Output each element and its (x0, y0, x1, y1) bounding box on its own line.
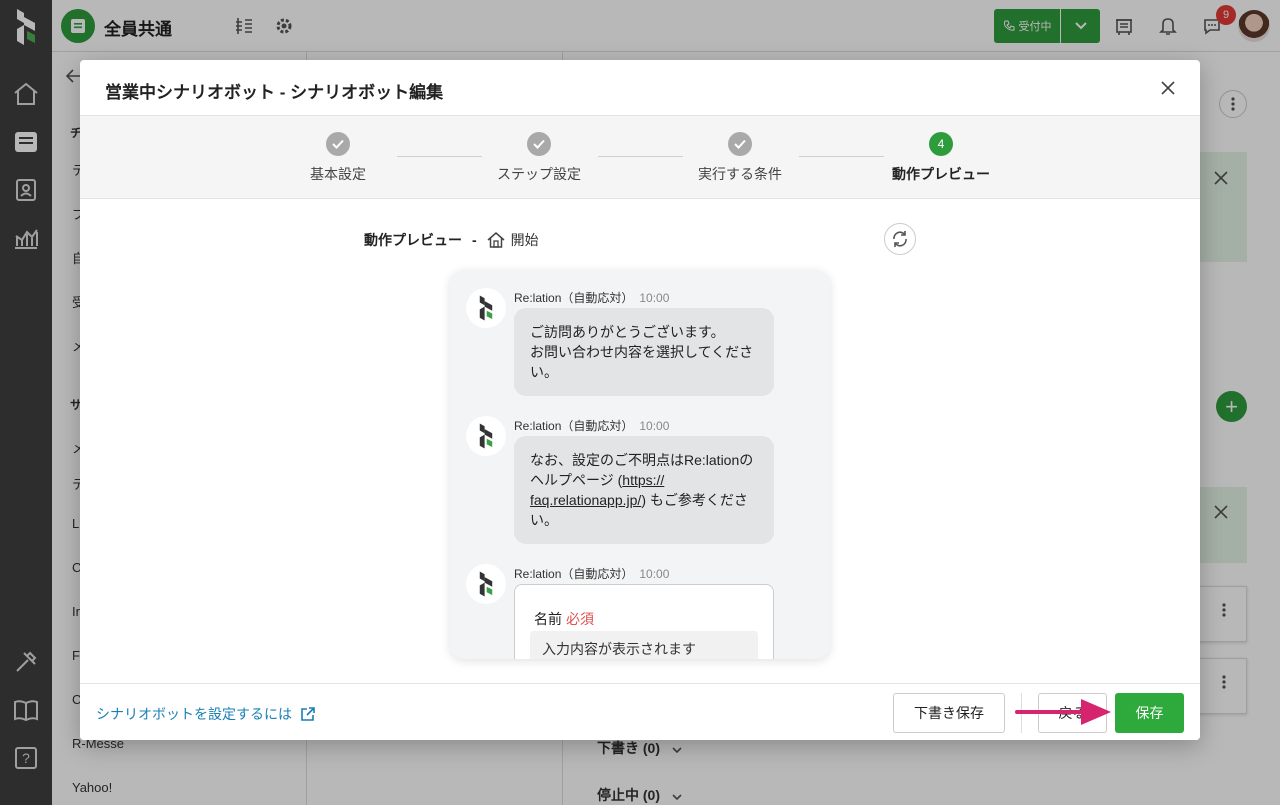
step-connector (397, 156, 482, 157)
bot-message: Re:lation（自動応対） 10:00 ご訪問ありがとうございます。 お問い合… (466, 288, 806, 398)
step-number: 4 (929, 132, 953, 156)
step-label: ステップ設定 (497, 166, 581, 182)
bot-avatar-icon (466, 564, 506, 604)
home-icon (487, 232, 505, 248)
field-label-text: 名前 (534, 611, 562, 627)
close-icon[interactable] (1158, 78, 1178, 98)
chat-preview-window[interactable]: Re:lation（自動応対） 10:00 ご訪問ありがとうございます。 お問い合… (450, 270, 830, 659)
scenario-help-link[interactable]: シナリオボットを設定するには (96, 704, 316, 724)
sender-name: Re:lation（自動応対） (514, 291, 634, 305)
message-line: い。 (530, 364, 558, 380)
preview-location: 開始 (510, 232, 539, 248)
help-page-link[interactable]: https:// (622, 472, 664, 488)
message-bubble: なお、設定のご不明点はRe:lationの ヘルプページ (https:// f… (514, 436, 774, 544)
message-line: なお、設定のご不明点はRe:lationの (530, 452, 754, 468)
name-input[interactable]: 入力内容が表示されます (530, 631, 758, 659)
name-field-label: 名前 必須 (534, 609, 594, 629)
step-label: 基本設定 (310, 166, 366, 182)
step-label: 動作プレビュー (892, 166, 990, 182)
bot-avatar-icon (466, 416, 506, 456)
message-meta: Re:lation（自動応対） 10:00 (514, 289, 669, 306)
draft-save-button[interactable]: 下書き保存 (893, 693, 1005, 733)
step-conditions[interactable]: 実行する条件 (675, 132, 805, 184)
modal-title: 営業中シナリオボット - シナリオボット編集 (105, 83, 444, 102)
bot-message: Re:lation（自動応対） 10:00 なお、設定のご不明点はRe:latio… (466, 416, 806, 546)
help-link-label: シナリオボットを設定するには (96, 706, 292, 722)
message-time: 10:00 (639, 567, 670, 581)
check-icon (728, 132, 752, 156)
message-line: faq.relationapp.jp/) もご参考くださ (530, 490, 758, 510)
check-icon (527, 132, 551, 156)
message-line: ヘルプページ (https:// (530, 470, 758, 490)
step-connector (799, 156, 884, 157)
input-form-card: 名前 必須 入力内容が表示されます (514, 584, 774, 659)
sender-name: Re:lation（自動応対） (514, 419, 634, 433)
bot-avatar-icon (466, 288, 506, 328)
annotation-arrow-icon (1015, 699, 1111, 725)
message-line: い。 (530, 512, 558, 528)
check-icon (326, 132, 350, 156)
message-meta: Re:lation（自動応対） 10:00 (514, 417, 669, 434)
step-step-settings[interactable]: ステップ設定 (474, 132, 604, 184)
step-preview[interactable]: 4 動作プレビュー (876, 132, 1006, 184)
message-text: ) もご参考くださ (641, 492, 748, 508)
message-time: 10:00 (639, 291, 670, 305)
external-link-icon (301, 707, 315, 721)
sender-name: Re:lation（自動応対） (514, 567, 634, 581)
preview-heading: 動作プレビュー (364, 232, 462, 248)
bot-message: Re:lation（自動応対） 10:00 名前 必須 入力内容が表示されます (466, 564, 806, 659)
save-button[interactable]: 保存 (1115, 693, 1184, 733)
scenario-bot-edit-modal: 営業中シナリオボット - シナリオボット編集 基本設定 ステップ設定 実行する条… (80, 60, 1200, 740)
step-label: 実行する条件 (698, 166, 782, 182)
message-text: ヘルプページ ( (530, 472, 623, 488)
message-line: お問い合わせ内容を選択してくださ (530, 344, 754, 360)
preview-header: 動作プレビュー - 開始 (364, 230, 539, 250)
help-page-link[interactable]: faq.relationapp.jp/ (530, 492, 641, 508)
preview-separator: - (472, 232, 477, 248)
step-indicator: 基本設定 ステップ設定 実行する条件 4 動作プレビュー (80, 115, 1200, 199)
step-basic-settings[interactable]: 基本設定 (273, 132, 403, 184)
required-badge: 必須 (566, 611, 594, 627)
message-line: ご訪問ありがとうございます。 (530, 324, 725, 340)
step-connector (598, 156, 683, 157)
message-bubble: ご訪問ありがとうございます。 お問い合わせ内容を選択してくださ い。 (514, 308, 774, 396)
message-meta: Re:lation（自動応対） 10:00 (514, 565, 669, 582)
message-time: 10:00 (639, 419, 670, 433)
refresh-icon (893, 231, 907, 247)
refresh-preview-button[interactable] (884, 223, 916, 255)
